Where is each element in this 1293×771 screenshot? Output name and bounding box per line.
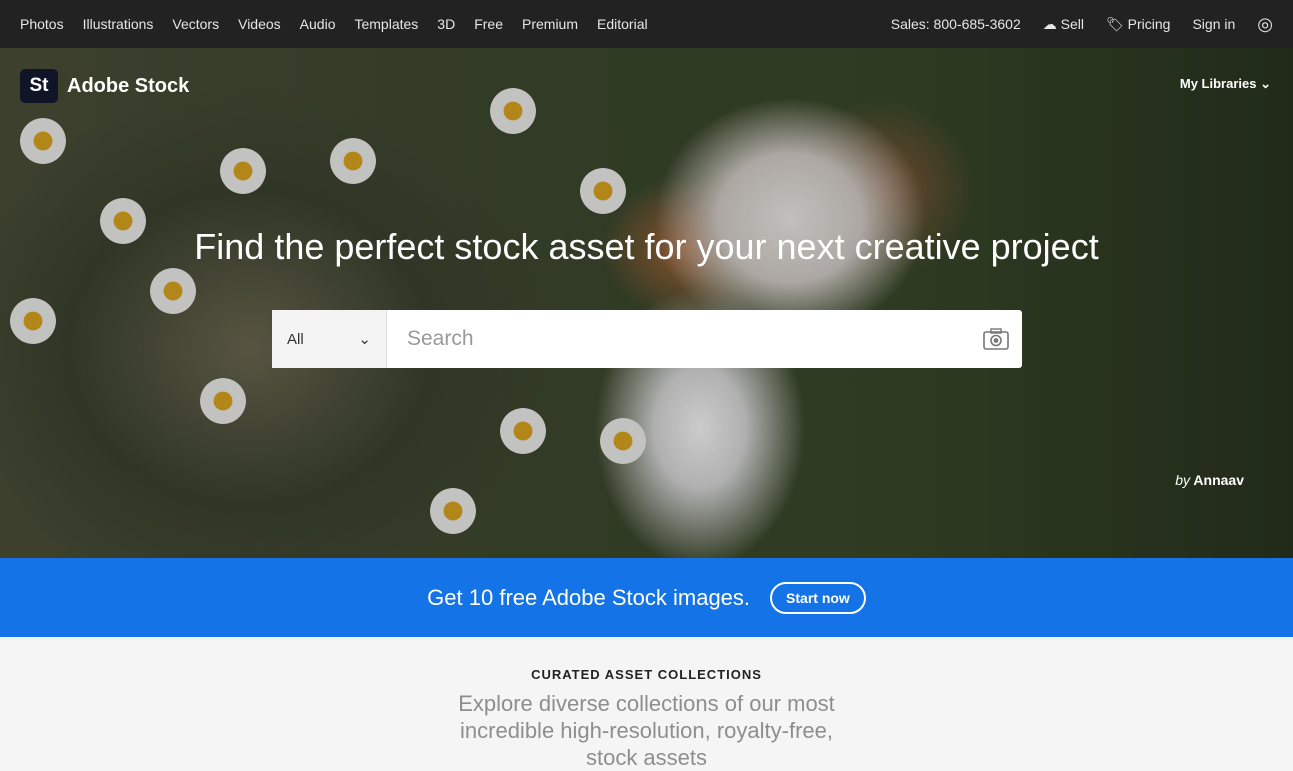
promo-banner: Get 10 free Adobe Stock images. Start no… bbox=[0, 558, 1293, 637]
visual-search-button[interactable] bbox=[970, 310, 1022, 368]
hero-title: Find the perfect stock asset for your ne… bbox=[194, 226, 1099, 267]
top-nav: Photos Illustrations Vectors Videos Audi… bbox=[0, 0, 1293, 48]
logo-text: Adobe Stock bbox=[67, 74, 190, 97]
pricing-label: Pricing bbox=[1127, 15, 1171, 32]
chevron-down-icon: ⌄ bbox=[358, 331, 371, 348]
nav-3d[interactable]: 3D bbox=[437, 16, 455, 32]
chevron-down-icon: ⌄ bbox=[1260, 76, 1271, 91]
curated-section: CURATED ASSET COLLECTIONS Explore divers… bbox=[0, 637, 1293, 771]
search-bar: All ⌄ bbox=[272, 310, 1022, 368]
nav-editorial[interactable]: Editorial bbox=[597, 16, 648, 32]
credit-author: Annaav bbox=[1193, 472, 1244, 488]
sell-label: Sell bbox=[1060, 15, 1084, 32]
promo-text: Get 10 free Adobe Stock images. bbox=[427, 584, 751, 610]
start-now-button[interactable]: Start now bbox=[770, 581, 866, 614]
tag-icon: 🏷 bbox=[1106, 15, 1124, 32]
section-description: Explore diverse collections of our most … bbox=[458, 691, 835, 770]
pricing-link[interactable]: 🏷 Pricing bbox=[1106, 16, 1170, 33]
creative-cloud-icon[interactable]: ◎ bbox=[1257, 14, 1273, 35]
nav-templates[interactable]: Templates bbox=[354, 16, 418, 32]
nav-audio[interactable]: Audio bbox=[300, 16, 336, 32]
hero-overlay bbox=[0, 48, 1293, 558]
hero: St Adobe Stock My Libraries ⌄ Find the p… bbox=[0, 48, 1293, 558]
adobe-stock-logo[interactable]: St Adobe Stock bbox=[20, 69, 189, 103]
nav-free[interactable]: Free bbox=[474, 16, 503, 32]
category-select[interactable]: All ⌄ bbox=[272, 310, 387, 368]
category-value: All bbox=[287, 330, 304, 348]
nav-photos[interactable]: Photos bbox=[20, 16, 64, 32]
sell-link[interactable]: ☁ Sell bbox=[1043, 16, 1084, 33]
nav-vectors[interactable]: Vectors bbox=[172, 16, 219, 32]
my-libraries-dropdown[interactable]: My Libraries ⌄ bbox=[1180, 76, 1271, 92]
nav-videos[interactable]: Videos bbox=[238, 16, 281, 32]
sales-phone: Sales: 800-685-3602 bbox=[890, 16, 1021, 32]
section-kicker: CURATED ASSET COLLECTIONS bbox=[531, 667, 762, 682]
credit-by: by bbox=[1175, 472, 1191, 488]
search-input[interactable] bbox=[387, 310, 970, 368]
camera-icon bbox=[983, 328, 1009, 350]
cloud-upload-icon: ☁ bbox=[1042, 15, 1057, 32]
my-libraries-label: My Libraries bbox=[1179, 76, 1257, 91]
sign-in-link[interactable]: Sign in bbox=[1192, 16, 1235, 32]
nav-premium[interactable]: Premium bbox=[522, 16, 578, 32]
nav-illustrations[interactable]: Illustrations bbox=[83, 16, 154, 32]
photo-credit[interactable]: by Annaav bbox=[1175, 472, 1244, 488]
logo-badge: St bbox=[20, 69, 58, 103]
